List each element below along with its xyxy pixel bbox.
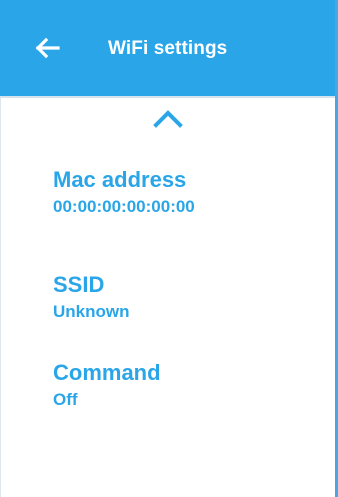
header-shadow (0, 96, 335, 98)
back-button[interactable] (28, 34, 70, 62)
command-label: Command (53, 360, 161, 385)
mac-address-label: Mac address (53, 167, 187, 192)
page-title: WiFi settings (108, 38, 228, 59)
arrow-left-icon (28, 34, 70, 62)
ssid-value: Unknown (53, 302, 130, 321)
command-section: Command Off (53, 360, 161, 411)
mac-address-value: 00:00:00:00:00:00 (53, 197, 195, 216)
ssid-section: SSID Unknown (53, 272, 130, 323)
mac-address-section: Mac address 00:00:00:00:00:00 (53, 167, 195, 218)
top-app-bar: WiFi settings (0, 0, 335, 96)
collapse-button[interactable] (148, 105, 188, 133)
app-window: WiFi settings Mac address 00:00:00:00:00… (0, 0, 338, 497)
command-value: Off (53, 390, 78, 409)
chevron-up-icon (148, 105, 188, 133)
ssid-label: SSID (53, 272, 105, 297)
